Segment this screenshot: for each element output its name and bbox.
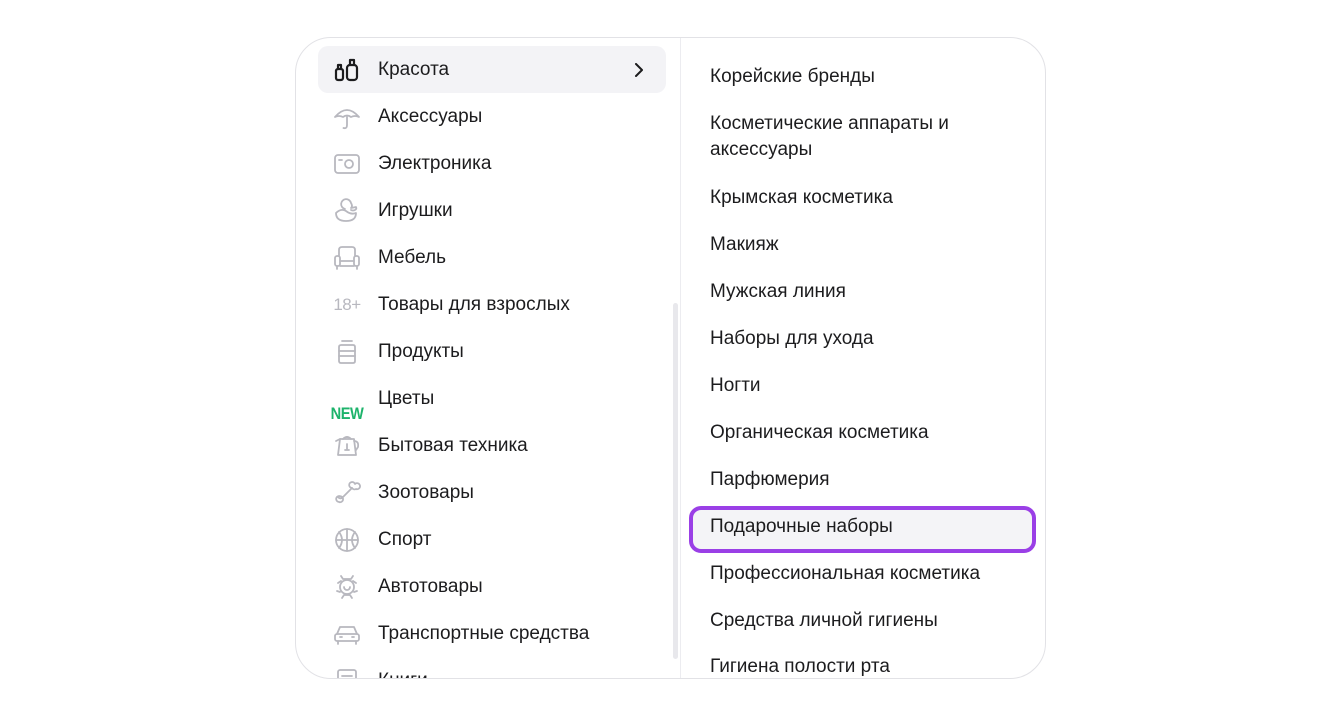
category-label: Электроника: [378, 152, 492, 174]
subcategory-item[interactable]: Наборы для ухода: [710, 326, 1020, 352]
camera-icon: [332, 149, 362, 179]
subcategory-item[interactable]: Корейские бренды: [710, 64, 1020, 90]
category-item-beauty[interactable]: Красота: [318, 46, 666, 93]
category-label: Аксессуары: [378, 105, 483, 127]
category-item-books[interactable]: Книги: [318, 657, 666, 679]
chevron-right-icon: [632, 62, 646, 77]
subcategory-item[interactable]: Косметические аппараты и аксессуары: [710, 111, 1020, 163]
subcategory-item[interactable]: Органическая косметика: [710, 420, 1020, 446]
subcategory-item[interactable]: Гигиена полости рта: [710, 654, 1020, 678]
bone-icon: [332, 478, 362, 508]
subcategory-item[interactable]: Ногти: [710, 373, 1020, 399]
book-icon: [332, 666, 362, 678]
car-part-icon: [332, 572, 362, 602]
category-scrollbar[interactable]: [673, 303, 678, 659]
subcategory-item-gift-sets[interactable]: Подарочные наборы: [710, 514, 1020, 540]
beauty-cosmetics-icon: [332, 55, 362, 85]
adults-18-plus-icon: 18+: [333, 294, 361, 314]
armchair-icon: [332, 243, 362, 273]
kettle-icon: [332, 431, 362, 461]
duck-toy-icon: [332, 196, 362, 226]
jar-icon: [332, 337, 362, 367]
ball-icon: [332, 525, 362, 555]
car-icon: [332, 619, 362, 649]
category-label: Транспортные средства: [378, 622, 590, 644]
category-label: Красота: [378, 58, 450, 80]
category-item-accessories[interactable]: Аксессуары: [318, 93, 666, 140]
category-label: Продукты: [378, 340, 464, 362]
umbrella-icon: [332, 102, 362, 132]
category-list: Красота Аксессуары Электроника Игрушки М…: [296, 38, 680, 678]
category-label: Спорт: [378, 528, 432, 550]
category-label: Зоотовары: [378, 481, 474, 503]
category-item-auto[interactable]: Автотовары: [318, 563, 666, 610]
category-item-furniture[interactable]: Мебель: [318, 234, 666, 281]
category-item-sport[interactable]: Спорт: [318, 516, 666, 563]
category-item-toys[interactable]: Игрушки: [318, 187, 666, 234]
subcategory-list: Корейские бренды Косметические аппараты …: [681, 38, 1045, 678]
category-label: Цветы: [378, 387, 435, 409]
subcategory-item[interactable]: Крымская косметика: [710, 185, 1020, 211]
category-label: Книги: [378, 670, 428, 679]
category-item-flowers[interactable]: NEW Цветы: [318, 375, 666, 423]
catalog-menu-panel: Красота Аксессуары Электроника Игрушки М…: [295, 37, 1046, 679]
subcategory-item[interactable]: Профессиональная косметика: [710, 561, 1020, 587]
category-item-electronics[interactable]: Электроника: [318, 140, 666, 187]
category-label: Автотовары: [378, 575, 483, 597]
category-label: Мебель: [378, 246, 446, 268]
category-item-vehicles[interactable]: Транспортные средства: [318, 610, 666, 657]
category-label: Игрушки: [378, 199, 453, 221]
category-item-pets[interactable]: Зоотовары: [318, 469, 666, 516]
category-item-groceries[interactable]: Продукты: [318, 328, 666, 375]
subcategory-item[interactable]: Мужская линия: [710, 279, 1020, 305]
subcategory-item[interactable]: Средства личной гигиены: [710, 608, 1020, 634]
category-item-adults[interactable]: 18+ Товары для взрослых: [318, 281, 666, 328]
category-label: Товары для взрослых: [378, 293, 570, 315]
category-label: Бытовая техника: [378, 434, 528, 456]
category-item-appliances[interactable]: Бытовая техника: [318, 422, 666, 469]
subcategory-item[interactable]: Макияж: [710, 232, 1020, 258]
subcategory-item[interactable]: Парфюмерия: [710, 467, 1020, 493]
